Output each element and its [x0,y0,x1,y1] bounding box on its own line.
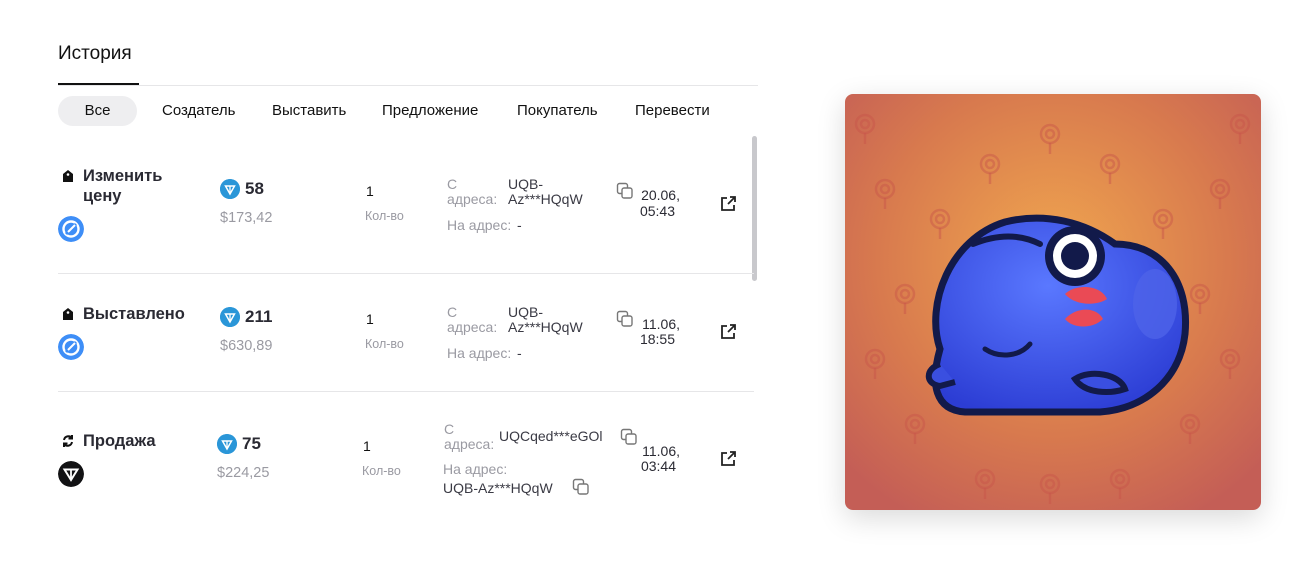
swap-icon [63,435,73,447]
quantity-label: Кол-во [365,209,404,223]
header-divider [58,85,758,86]
from-label: адреса: [447,191,498,207]
from-label: С [444,421,455,437]
to-label: На адрес: [447,217,512,233]
quantity-label: Кол-во [362,464,401,478]
price-usd: $224,25 [217,465,270,481]
copy-icon[interactable] [572,478,590,496]
ton-icon [217,434,237,454]
filter-creator[interactable]: Создатель [162,96,235,126]
from-label: адреса: [447,319,498,335]
event-title: Изменить [83,167,163,185]
quantity-value: 1 [363,438,371,454]
ton-icon [220,307,240,327]
price-value: 75 [242,434,261,453]
quantity-value: 1 [366,311,374,327]
price-value: 211 [245,307,273,326]
event-title: Продажа [83,432,156,450]
to-label: На адрес: [447,345,512,361]
quantity-value: 1 [366,183,374,199]
price-usd: $173,42 [220,210,273,226]
tag-icon [63,308,73,320]
event-date: 11.06, [642,316,680,332]
getgems-icon[interactable] [58,334,84,360]
from-address[interactable]: UQB- [508,305,543,320]
event-time: 05:43 [639,203,675,219]
filter-all[interactable]: Все [58,96,137,126]
from-label: С [447,304,458,320]
quantity-label: Кол-во [365,337,404,351]
tag-icon [63,170,73,182]
price-value: 58 [245,179,264,198]
external-link-icon[interactable] [718,322,738,342]
to-address: - [517,345,522,361]
from-address[interactable]: UQB- [508,177,543,192]
external-link-icon[interactable] [718,449,738,469]
to-address: - [517,217,522,233]
ton-logo-icon[interactable] [58,461,84,487]
external-link-icon[interactable] [718,194,738,214]
from-label: С [447,176,458,192]
ton-icon [220,179,240,199]
event-title: цену [83,187,122,205]
from-address[interactable]: Az***HQqW [508,192,583,207]
blue-frog-sticker-icon [845,94,1261,510]
filter-offer[interactable]: Предложение [382,96,478,126]
event-date: 20.06, [641,187,680,203]
filter-buyer[interactable]: Покупатель [517,96,598,126]
history-title: История [58,43,132,64]
getgems-icon[interactable] [58,216,84,242]
from-address[interactable]: UQCqed***eGOl [499,429,603,444]
from-address[interactable]: Az***HQqW [508,320,583,335]
event-time: 18:55 [639,331,675,347]
to-label: На адрес: [443,461,508,477]
event-time: 03:44 [640,458,676,474]
event-title: Выставлено [83,305,185,323]
filter-transfer[interactable]: Перевести [635,96,710,126]
price-usd: $630,89 [220,338,273,354]
from-label: адреса: [444,436,495,452]
filter-list[interactable]: Выставить [272,96,346,126]
nft-image[interactable] [845,94,1261,510]
to-address[interactable]: UQB-Az***HQqW [443,481,553,496]
event-date: 11.06, [642,443,680,459]
